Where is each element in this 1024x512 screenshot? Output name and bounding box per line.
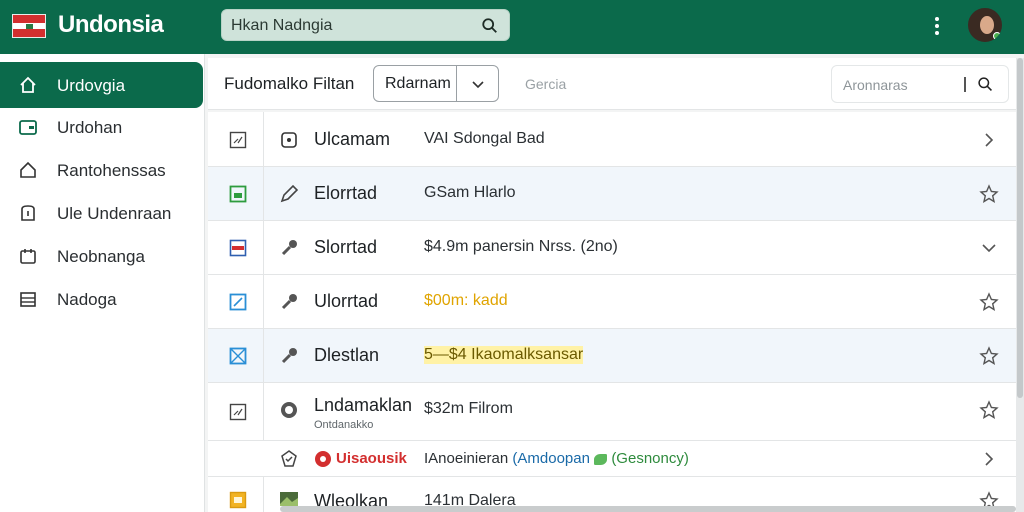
chevron-down-icon[interactable] — [979, 238, 999, 258]
list-item[interactable]: Ulorrtad $00m: kadd — [208, 275, 1016, 329]
filter-placeholder[interactable]: Gercia — [525, 76, 566, 92]
row-description: 5—$4 Ikaomalksansar — [424, 346, 584, 364]
list-item[interactable]: Lndamaklan Ontdanakko $32m Filrom — [208, 383, 1016, 441]
horizontal-scrollbar[interactable] — [280, 506, 1016, 512]
sidebar: Urdovgia Urdohan Rantohenssas Ule Undenr… — [0, 54, 205, 512]
row-description: $32m Filrom — [424, 400, 513, 417]
badge-check-icon — [281, 450, 297, 467]
app-title: Undonsia — [58, 11, 164, 38]
flag-logo — [12, 14, 46, 38]
row-tag-blue: (Amdoopan — [512, 450, 590, 467]
chevron-right-icon[interactable] — [979, 130, 999, 150]
list-item[interactable]: Slorrtad $4.9m panersin Nrss. (2no) — [208, 221, 1016, 275]
filter-dropdown[interactable]: Rdarnam — [373, 65, 499, 102]
filter-toolbar: Fudomalko Filtan Rdarnam Gercia Aronnara… — [208, 58, 1016, 110]
star-icon[interactable] — [979, 184, 999, 204]
list-item[interactable]: Dlestlan 5—$4 Ikaomalksansar — [208, 329, 1016, 383]
globe-icon — [281, 402, 297, 418]
search-icon[interactable] — [481, 17, 499, 35]
pencil-icon — [280, 184, 299, 203]
search-icon[interactable] — [977, 76, 994, 93]
toolbar-title: Fudomalko Filtan — [224, 74, 355, 93]
list-item[interactable]: Ulcamam VAI Sdongal Bad — [208, 112, 1016, 167]
flag-icon — [229, 239, 247, 257]
search-input[interactable]: Hkan Nadngia — [221, 9, 510, 41]
wallet-icon — [19, 120, 37, 135]
avatar[interactable] — [966, 6, 1004, 44]
row-description: GSam Hlarlo — [424, 184, 516, 201]
row-tag-green: (Gesnoncy) — [611, 450, 689, 467]
dropdown-value: Rdarnam — [385, 75, 451, 92]
text-cursor — [964, 77, 966, 92]
sidebar-item-urdovgia[interactable]: Urdovgia — [0, 62, 203, 108]
house-icon — [20, 161, 36, 178]
list-item[interactable]: Uisaousik IAnoeinieran (Amdoopan (Gesnon… — [208, 441, 1016, 477]
grid-icon — [229, 347, 247, 365]
checkbox-icon[interactable] — [229, 131, 247, 149]
record-icon — [315, 451, 331, 467]
search-input-value: Hkan Nadngia — [231, 17, 333, 34]
sidebar-item-label: Neobnanga — [57, 247, 145, 266]
checkbox-icon[interactable] — [229, 403, 247, 421]
top-bar: Undonsia Hkan Nadngia — [0, 0, 1024, 54]
row-description: $00m: kadd — [424, 292, 508, 309]
star-icon[interactable] — [979, 346, 999, 366]
sidebar-item-label: Rantohenssas — [57, 161, 166, 180]
row-description: VAI Sdongal Bad — [424, 130, 545, 147]
star-icon[interactable] — [979, 400, 999, 420]
sidebar-item-label: Urdohan — [57, 118, 123, 137]
more-options-icon[interactable] — [928, 15, 946, 37]
row-description: IAnoeinieran (Amdoopan (Gesnoncy) — [424, 450, 689, 467]
sidebar-item-label: Nadoga — [57, 290, 117, 309]
toolbar-search-input[interactable]: Aronnaras — [831, 65, 1009, 103]
sidebar-item-rantohenssas[interactable]: Rantohenssas — [0, 147, 203, 193]
vertical-scrollbar[interactable] — [1016, 58, 1024, 512]
sidebar-item-nadoga[interactable]: Nadoga — [0, 276, 203, 322]
row-name: Dlestlan — [314, 345, 380, 365]
calendar-icon — [20, 249, 36, 264]
chevron-right-icon[interactable] — [979, 449, 999, 469]
document-icon — [281, 132, 297, 148]
leaf-icon — [594, 453, 608, 465]
row-description: $4.9m panersin Nrss. (2no) — [424, 238, 618, 255]
image-icon — [229, 185, 247, 203]
list-item[interactable]: Elorrtad GSam Hlarlo — [208, 167, 1016, 221]
table-icon — [20, 292, 36, 307]
scrollbar-thumb[interactable] — [1017, 58, 1023, 398]
edit-box-icon — [229, 293, 247, 311]
sidebar-item-urdohan[interactable]: Urdohan — [0, 104, 203, 150]
sidebar-item-ule-undenraan[interactable]: Ule Undenraan — [0, 190, 203, 236]
folder-icon — [229, 491, 247, 509]
row-name: Ulcamam — [314, 129, 391, 149]
row-name: Slorrtad — [314, 237, 378, 257]
chevron-down-icon[interactable] — [470, 76, 486, 92]
row-name: Uisaousik — [336, 450, 407, 467]
info-icon — [21, 205, 35, 221]
microphone-icon — [281, 294, 297, 310]
microphone-icon — [281, 240, 297, 256]
results-list: Ulcamam VAI Sdongal Bad Elorrtad GSam Hl… — [208, 112, 1016, 512]
row-subtitle: Ontdanakko — [314, 419, 374, 431]
star-icon[interactable] — [979, 292, 999, 312]
row-name: Ulorrtad — [314, 291, 379, 311]
sidebar-item-label: Urdovgia — [57, 76, 126, 95]
toolbar-search-value: Aronnaras — [843, 77, 908, 93]
row-name: Elorrtad — [314, 183, 378, 203]
sidebar-item-neobnanga[interactable]: Neobnanga — [0, 233, 203, 279]
row-description-text: IAnoeinieran — [424, 450, 509, 467]
microphone-icon — [281, 348, 297, 364]
sidebar-item-label: Ule Undenraan — [57, 204, 172, 223]
online-status-dot — [993, 32, 1001, 40]
home-icon — [20, 76, 36, 93]
row-name: Lndamaklan — [314, 395, 413, 415]
